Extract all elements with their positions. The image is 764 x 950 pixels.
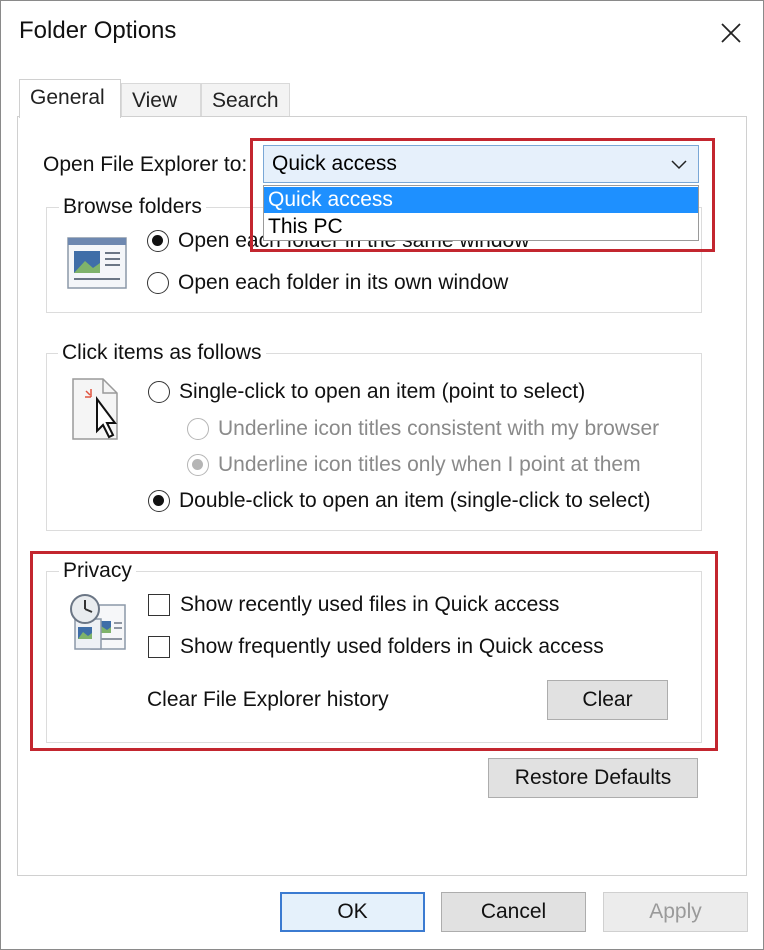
checkbox-frequent-folders[interactable] <box>148 636 170 658</box>
browse-folders-legend: Browse folders <box>59 195 206 219</box>
title-bar: Folder Options <box>1 1 763 63</box>
tab-search[interactable]: Search <box>201 83 290 118</box>
dropdown-option-quick-access[interactable]: Quick access <box>264 187 698 213</box>
radio-double-click-label: Double-click to open an item (single-cli… <box>179 489 651 512</box>
close-icon <box>721 23 741 43</box>
clear-history-label: Clear File Explorer history <box>147 688 389 711</box>
dropdown-option-this-pc[interactable]: This PC <box>264 214 698 240</box>
radio-underline-point[interactable] <box>187 454 209 476</box>
window-title: Folder Options <box>19 17 177 44</box>
radio-same-window[interactable] <box>147 230 169 252</box>
click-items-legend: Click items as follows <box>58 341 266 365</box>
clear-button[interactable]: Clear <box>547 680 668 720</box>
radio-single-click[interactable] <box>148 381 170 403</box>
close-button[interactable] <box>713 15 749 51</box>
tab-view[interactable]: View <box>121 83 201 118</box>
chevron-down-icon <box>671 160 687 170</box>
checkbox-recent-files[interactable] <box>148 594 170 616</box>
open-explorer-combobox[interactable]: Quick access <box>263 145 699 183</box>
checkbox-frequent-folders-label: Show frequently used folders in Quick ac… <box>180 635 604 658</box>
radio-single-click-label: Single-click to open an item (point to s… <box>179 380 586 403</box>
open-explorer-dropdown-list: Quick access This PC <box>263 185 699 241</box>
radio-underline-browser[interactable] <box>187 418 209 440</box>
combobox-value: Quick access <box>272 152 397 175</box>
restore-defaults-button[interactable]: Restore Defaults <box>488 758 698 798</box>
privacy-legend: Privacy <box>59 559 136 583</box>
ok-button[interactable]: OK <box>280 892 425 932</box>
cursor-click-icon <box>72 378 118 440</box>
radio-underline-point-label: Underline icon titles only when I point … <box>218 453 641 476</box>
tab-general[interactable]: General <box>19 79 121 118</box>
radio-own-window-label: Open each folder in its own window <box>178 271 509 294</box>
radio-double-click[interactable] <box>148 490 170 512</box>
radio-underline-browser-label: Underline icon titles consistent with my… <box>218 417 660 440</box>
window-icon <box>67 237 127 289</box>
apply-button[interactable]: Apply <box>603 892 748 932</box>
radio-own-window[interactable] <box>147 272 169 294</box>
folder-options-dialog: Folder Options General View Search Open … <box>0 0 764 950</box>
cancel-button[interactable]: Cancel <box>441 892 586 932</box>
open-explorer-label: Open File Explorer to: <box>43 153 248 176</box>
checkbox-recent-files-label: Show recently used files in Quick access <box>180 593 560 616</box>
clock-documents-icon <box>70 594 126 650</box>
